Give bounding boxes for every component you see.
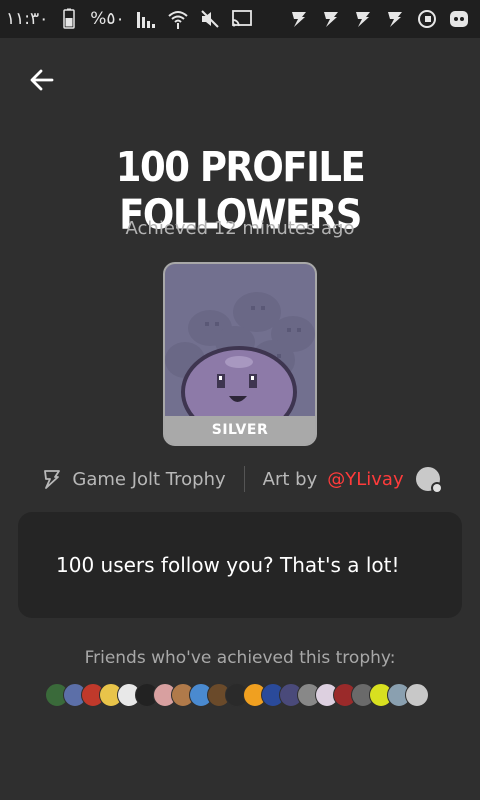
friends-label: Friends who've achieved this trophy:: [84, 648, 396, 668]
status-right: [288, 8, 470, 30]
status-time: ١١:٣٠: [6, 9, 49, 29]
battery-icon: [58, 8, 80, 30]
verified-icon: [430, 482, 443, 494]
gamejolt-notification-icon: [352, 8, 374, 30]
wifi-icon: [167, 8, 189, 30]
trophy-description: 100 users follow you? That's a lot!: [56, 553, 400, 577]
arrow-left-icon: [30, 69, 54, 91]
achieved-time: Achieved 12 minutes ago: [125, 218, 355, 239]
recorder-icon: [416, 8, 438, 30]
back-button[interactable]: [24, 62, 60, 98]
art-by-label: Art by: [262, 468, 318, 490]
trophy-card: SILVER: [163, 262, 317, 446]
status-bar: ١١:٣٠ %٥٠: [0, 0, 480, 38]
trophy-meta: Game Jolt Trophy Art by @YLivay: [0, 462, 480, 496]
trophy-description-card: 100 users follow you? That's a lot!: [18, 512, 462, 618]
artist-link[interactable]: @YLivay: [327, 469, 403, 490]
trophy-source: Game Jolt Trophy: [72, 468, 226, 490]
game-controller-icon: [448, 8, 470, 30]
gamejolt-bolt-icon: [40, 468, 62, 490]
gamejolt-notification-icon: [288, 8, 310, 30]
signal-icon: [135, 8, 157, 30]
battery-percent: %٥٠: [90, 9, 125, 29]
gamejolt-notification-icon: [320, 8, 342, 30]
gamejolt-notification-icon: [384, 8, 406, 30]
cast-icon: [231, 8, 253, 30]
friend-avatar[interactable]: [405, 683, 429, 707]
trophy-tier-badge: SILVER: [165, 416, 315, 444]
mute-icon: [199, 8, 221, 30]
artist-avatar[interactable]: [415, 467, 443, 494]
trophy-art: [165, 264, 315, 416]
friends-avatar-row: [45, 683, 429, 709]
status-left: ١١:٣٠ %٥٠: [6, 8, 253, 30]
meta-divider: [243, 466, 245, 492]
